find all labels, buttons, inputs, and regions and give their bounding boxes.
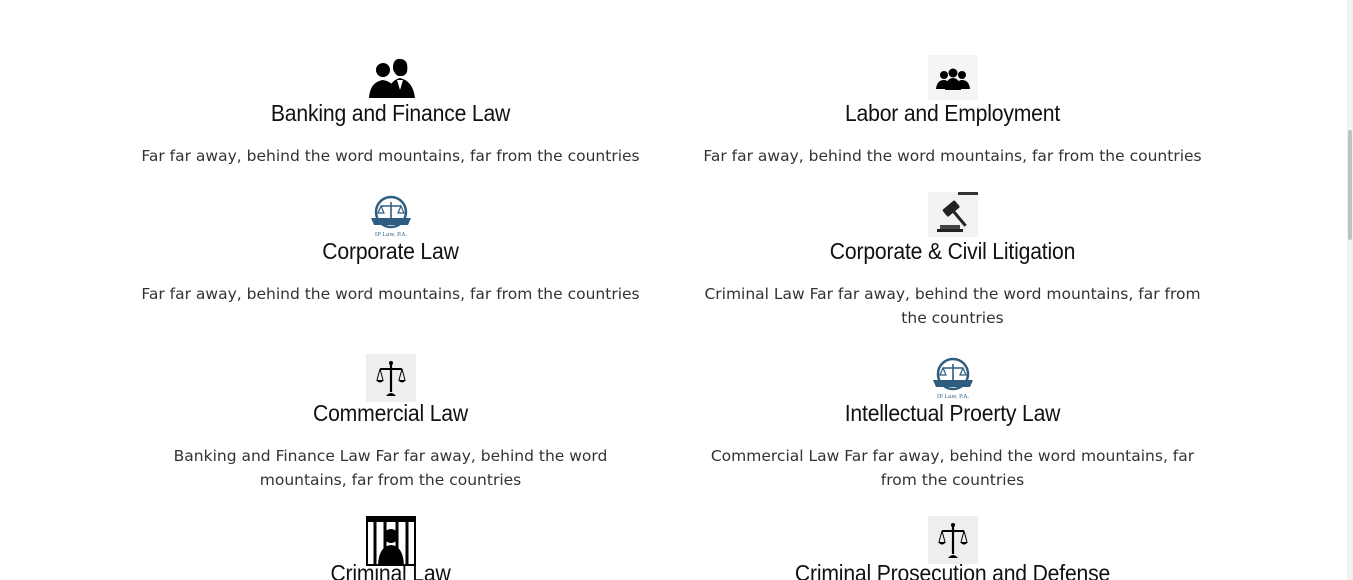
service-card: Corporate & Civil Litigation Criminal La… <box>693 238 1212 338</box>
service-description: Commercial Law Far far away, behind the … <box>710 447 1195 489</box>
service-title: Corporate Law <box>322 238 459 264</box>
gavel-icon <box>928 192 978 237</box>
law-scales-logo-icon: IP Law, P.A. <box>928 356 978 401</box>
service-description: Far far away, behind the word mountains,… <box>141 147 640 165</box>
scales-of-justice-icon <box>928 516 978 564</box>
people-silhouette-icon <box>366 56 416 101</box>
service-card: Labor and Employment Far far away, behin… <box>693 100 1212 170</box>
service-card: Criminal Law <box>131 560 650 580</box>
scales-of-justice-icon <box>366 354 416 402</box>
service-title: Commercial Law <box>313 400 468 426</box>
service-card: Criminal Prosecution and Defense <box>693 560 1212 580</box>
services-section: Banking and Finance Law Far far away, be… <box>0 0 1347 580</box>
service-title: Labor and Employment <box>844 100 1061 126</box>
service-description: Criminal Law Far far away, behind the wo… <box>704 285 1201 327</box>
service-card: Banking and Finance Law Far far away, be… <box>131 100 650 170</box>
group-people-icon <box>928 55 978 100</box>
service-description: Banking and Finance Law Far far away, be… <box>173 447 608 489</box>
service-title: Criminal Law <box>330 560 451 580</box>
vertical-scrollbar[interactable] <box>1347 0 1353 580</box>
service-title: Intellectual Proerty Law <box>844 400 1061 426</box>
law-scales-logo-icon: IP Law, P.A. <box>366 194 416 239</box>
scrollbar-thumb[interactable] <box>1348 130 1352 240</box>
service-description: Far far away, behind the word mountains,… <box>703 147 1202 165</box>
service-card: Corporate Law Far far away, behind the w… <box>131 238 650 308</box>
prisoner-behind-bars-icon <box>366 516 416 566</box>
service-title: Banking and Finance Law <box>270 100 511 126</box>
service-card: Intellectual Proerty Law Commercial Law … <box>693 400 1212 500</box>
service-title: Corporate & Civil Litigation <box>829 238 1076 264</box>
service-card: Commercial Law Banking and Finance Law F… <box>131 400 650 500</box>
service-title: Criminal Prosecution and Defense <box>794 560 1111 580</box>
service-description: Far far away, behind the word mountains,… <box>141 285 640 303</box>
